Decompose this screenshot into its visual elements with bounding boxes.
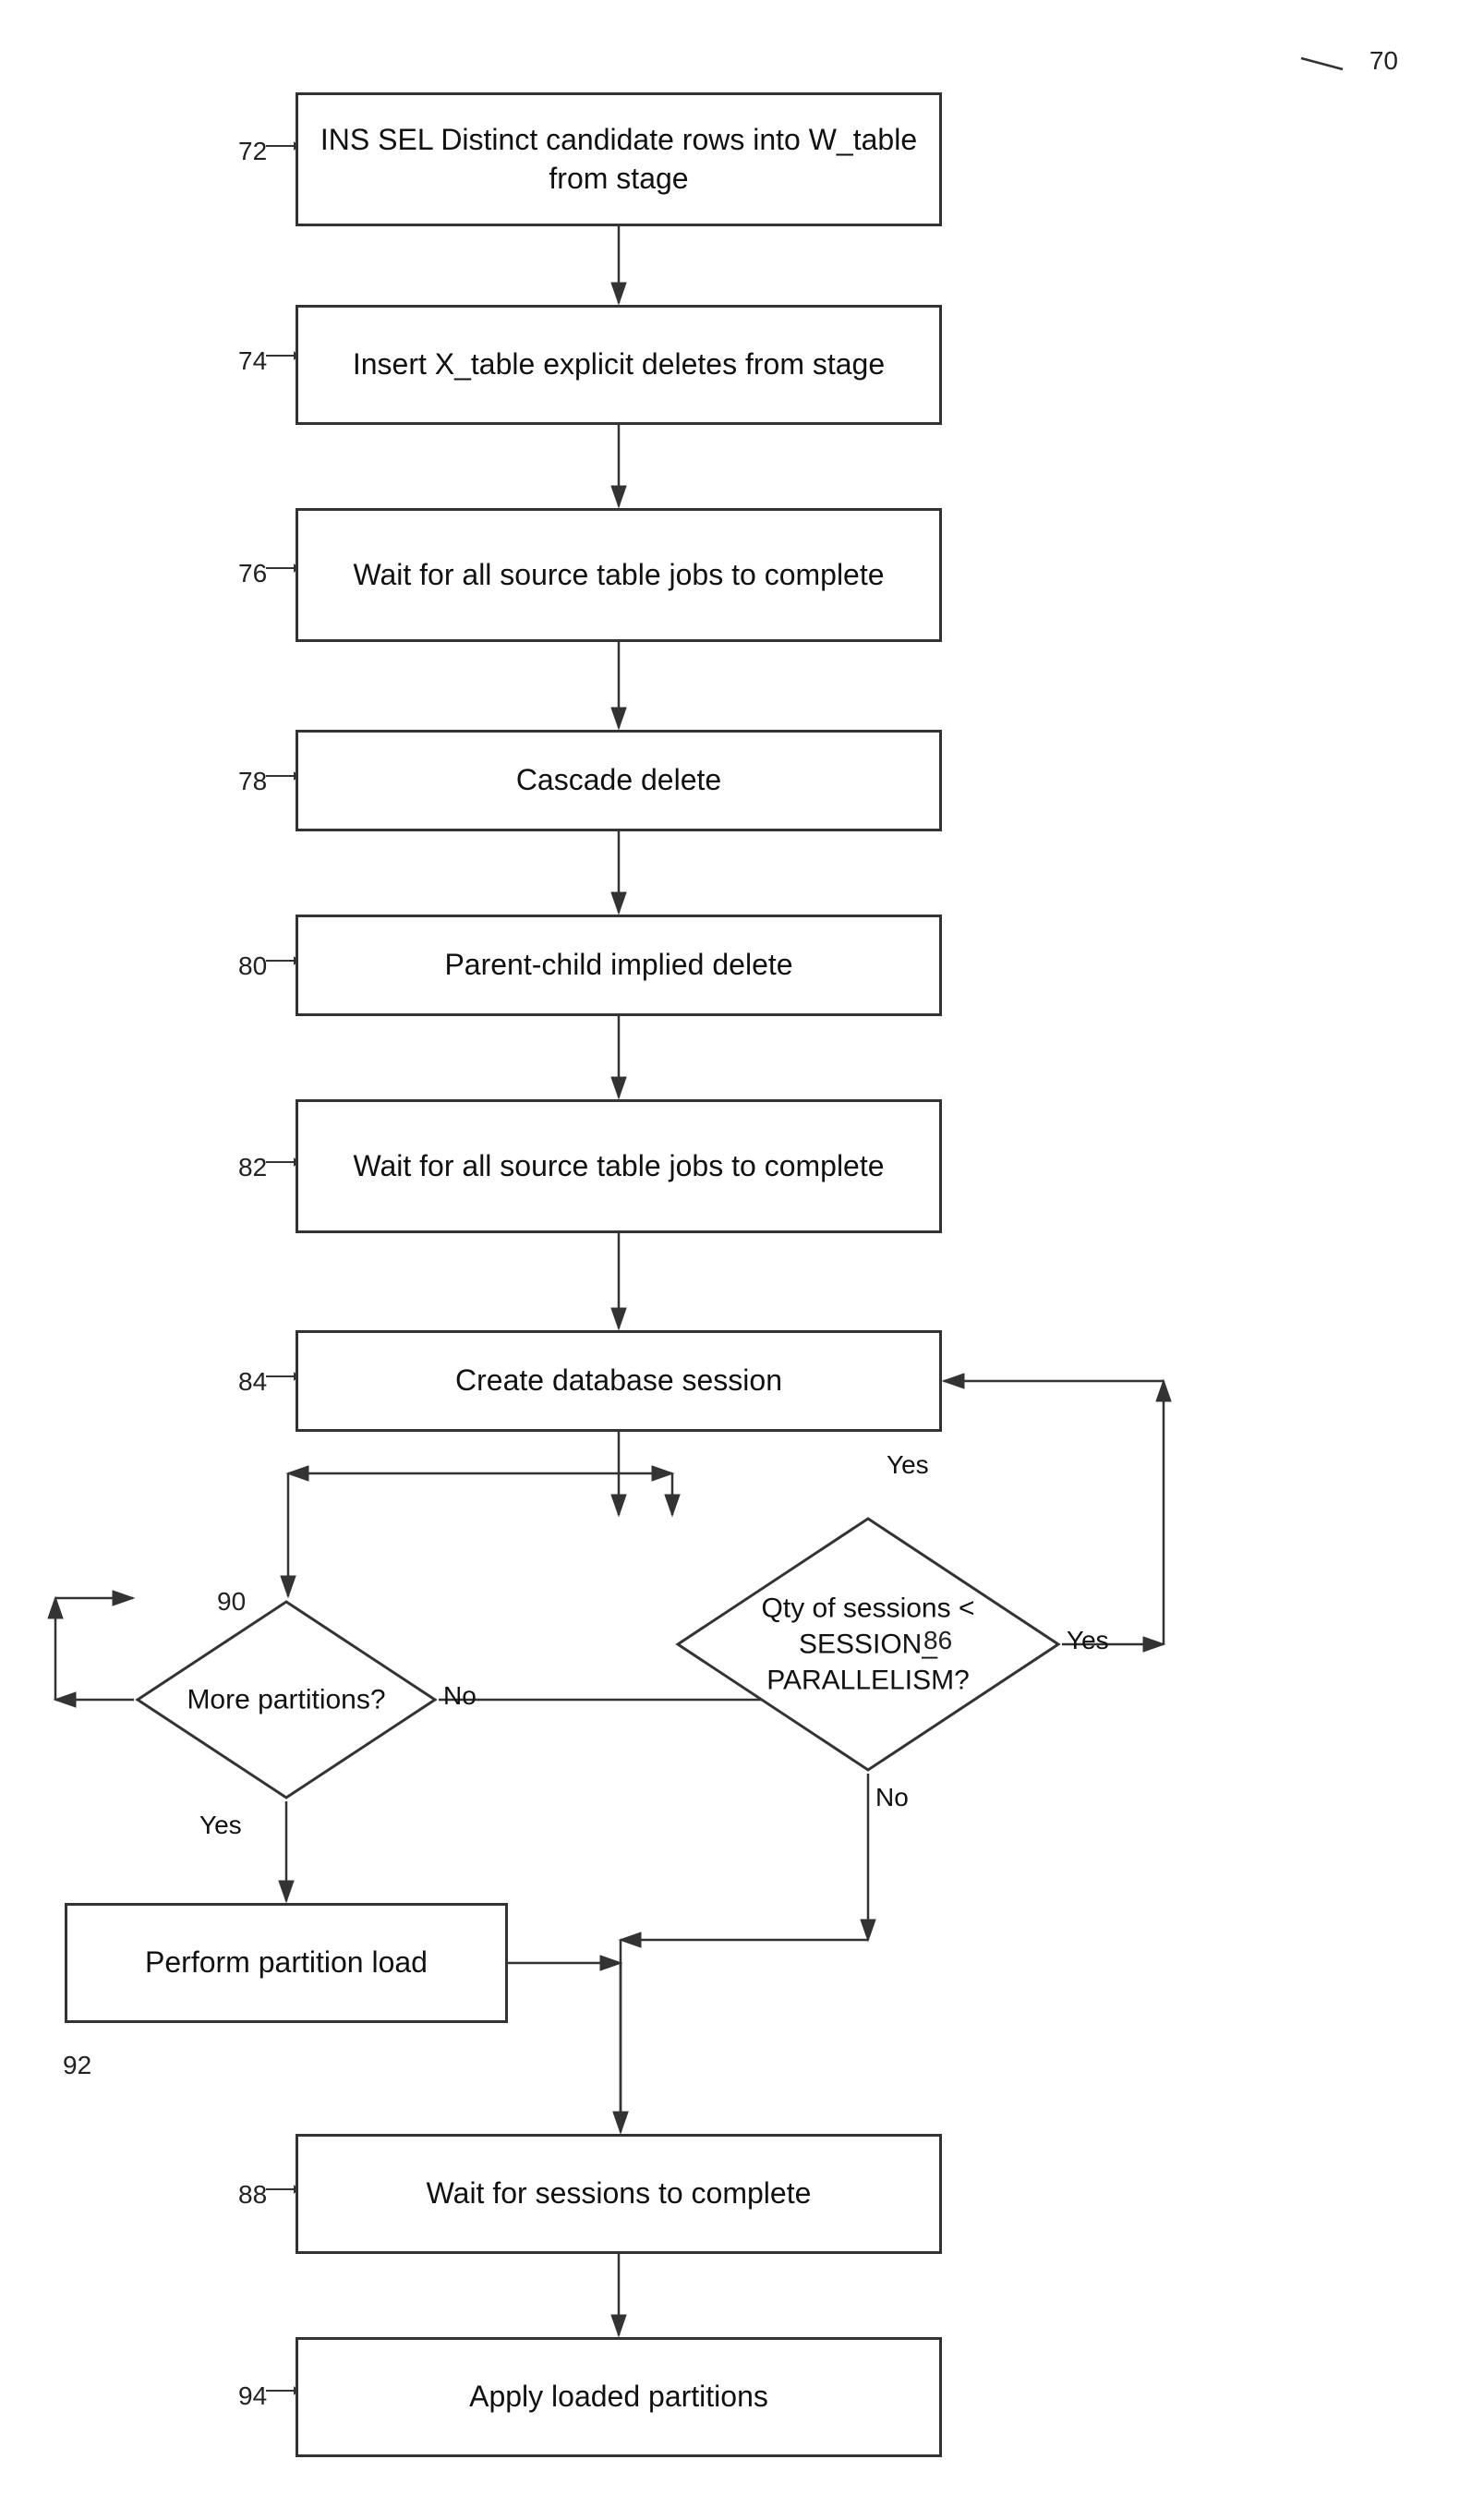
ref-88: 88 bbox=[238, 2180, 267, 2210]
label-no-86-bottom: No bbox=[875, 1783, 909, 1812]
box-92: Perform partition load bbox=[65, 1903, 508, 2023]
diamond-90: More partitions? bbox=[134, 1598, 439, 1801]
diamond-86: Qty of sessions < SESSION_ PARALLELISM? bbox=[674, 1515, 1062, 1774]
box-74: Insert X_table explicit deletes from sta… bbox=[296, 305, 942, 425]
box-78: Cascade delete bbox=[296, 730, 942, 831]
ref-82: 82 bbox=[238, 1153, 267, 1182]
ref-80: 80 bbox=[238, 951, 267, 981]
box-82: Wait for all source table jobs to comple… bbox=[296, 1099, 942, 1233]
ref-90: 90 bbox=[217, 1587, 246, 1617]
box-84: Create database session bbox=[296, 1330, 942, 1432]
ref-74: 74 bbox=[238, 346, 267, 376]
ref-92: 92 bbox=[63, 2051, 91, 2080]
box-94: Apply loaded partitions bbox=[296, 2337, 942, 2457]
diagram-container: 70 bbox=[0, 0, 1472, 2520]
box-72: INS SEL Distinct candidate rows into W_t… bbox=[296, 92, 942, 226]
label-yes-90-bottom: Yes bbox=[199, 1811, 242, 1840]
box-88: Wait for sessions to complete bbox=[296, 2134, 942, 2254]
label-yes-86-right: Yes bbox=[1067, 1626, 1109, 1655]
label-yes-86-top: Yes bbox=[887, 1450, 929, 1480]
box-76: Wait for all source table jobs to comple… bbox=[296, 508, 942, 642]
box-80: Parent-child implied delete bbox=[296, 915, 942, 1016]
ref-70-arrow bbox=[1297, 51, 1352, 79]
label-no-90-right: No bbox=[443, 1681, 477, 1711]
ref-78: 78 bbox=[238, 767, 267, 796]
ref-76: 76 bbox=[238, 559, 267, 588]
ref-72: 72 bbox=[238, 137, 267, 166]
ref-94: 94 bbox=[238, 2381, 267, 2411]
ref-86: 86 bbox=[923, 1626, 952, 1655]
ref-84: 84 bbox=[238, 1367, 267, 1397]
ref-70: 70 bbox=[1369, 46, 1398, 76]
